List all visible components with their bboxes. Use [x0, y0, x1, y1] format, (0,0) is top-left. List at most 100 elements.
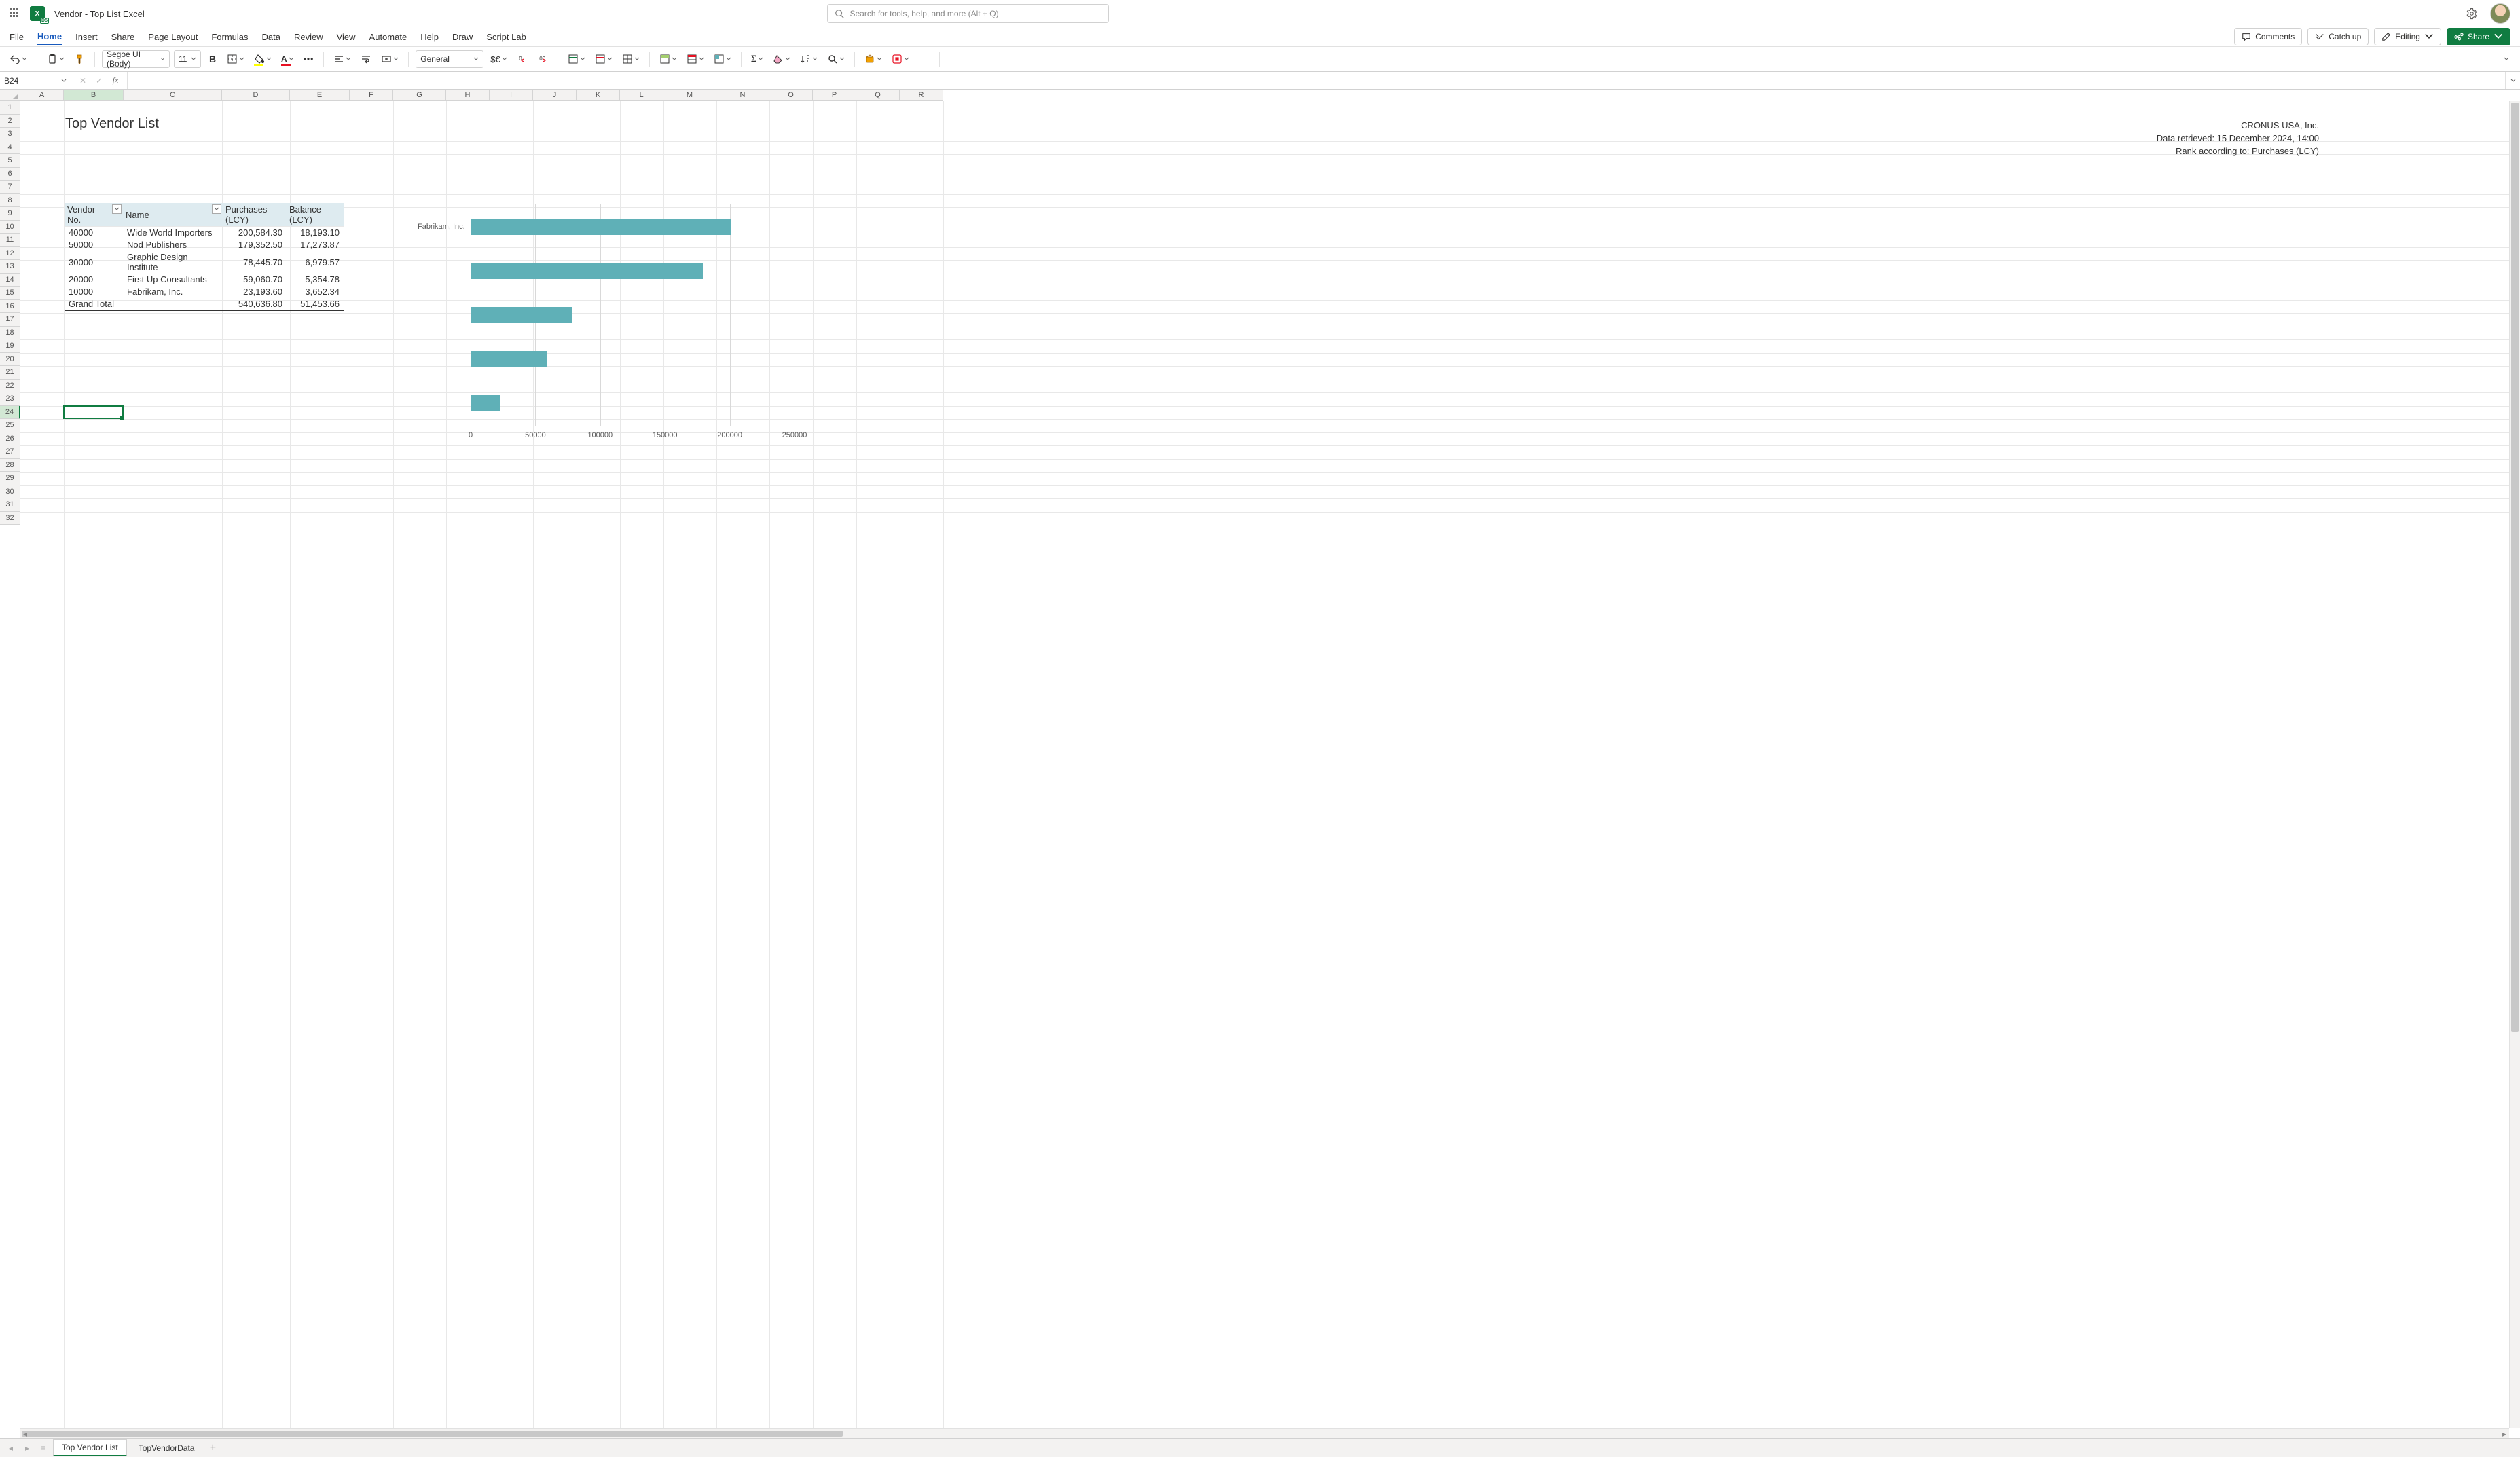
tab-data[interactable]: Data	[262, 29, 280, 45]
filter-button[interactable]	[212, 204, 221, 214]
column-header[interactable]: R	[900, 90, 943, 101]
sheet-tab-top-vendor-list[interactable]: Top Vendor List	[53, 1439, 127, 1456]
accounting-format-button[interactable]: $€	[488, 50, 509, 68]
row-header[interactable]: 15	[0, 287, 20, 300]
vendor-data-table[interactable]: Vendor No.NamePurchases (LCY)Balance (LC…	[65, 203, 344, 311]
table-header[interactable]: Balance (LCY)	[287, 203, 344, 227]
row-header[interactable]: 30	[0, 485, 20, 499]
undo-button[interactable]	[7, 50, 30, 68]
table-cell[interactable]: 78,445.70	[223, 251, 287, 274]
tab-share[interactable]: Share	[111, 29, 135, 45]
row-header[interactable]: 4	[0, 141, 20, 155]
row-header[interactable]: 13	[0, 260, 20, 274]
settings-icon[interactable]	[2466, 7, 2478, 20]
conditional-format-button[interactable]	[657, 50, 680, 68]
row-header[interactable]: 12	[0, 247, 20, 261]
table-cell[interactable]: 30000	[65, 251, 123, 274]
increase-decimal-button[interactable]: .00	[534, 50, 551, 68]
row-header[interactable]: 9	[0, 207, 20, 221]
column-header[interactable]: F	[350, 90, 393, 101]
column-header[interactable]: H	[446, 90, 490, 101]
row-header[interactable]: 26	[0, 432, 20, 446]
font-size-select[interactable]: 11	[174, 50, 201, 68]
table-header[interactable]: Vendor No.	[65, 203, 123, 227]
ribbon-collapse-button[interactable]	[2504, 54, 2513, 64]
sensitivity-button[interactable]	[862, 50, 885, 68]
scroll-right-button[interactable]: ▸	[2500, 1429, 2509, 1438]
column-header[interactable]: O	[769, 90, 813, 101]
row-header[interactable]: 25	[0, 419, 20, 432]
tab-draw[interactable]: Draw	[452, 29, 473, 45]
row-header[interactable]: 19	[0, 339, 20, 353]
column-header[interactable]: I	[490, 90, 533, 101]
delete-cells-button[interactable]	[592, 50, 615, 68]
row-header[interactable]: 6	[0, 168, 20, 181]
table-cell[interactable]: First Up Consultants	[123, 274, 223, 286]
column-header[interactable]: D	[222, 90, 290, 101]
column-header[interactable]: G	[393, 90, 446, 101]
copilot-button[interactable]	[916, 50, 932, 68]
column-header[interactable]: B	[64, 90, 124, 101]
tab-automate[interactable]: Automate	[369, 29, 407, 45]
row-header[interactable]: 5	[0, 154, 20, 168]
app-launcher-icon[interactable]	[10, 8, 20, 19]
column-header[interactable]: K	[577, 90, 620, 101]
font-name-select[interactable]: Segoe UI (Body)	[102, 50, 170, 68]
scrollbar-thumb[interactable]	[2511, 103, 2519, 1032]
column-header[interactable]: N	[716, 90, 769, 101]
format-painter-button[interactable]	[71, 50, 88, 68]
tab-formulas[interactable]: Formulas	[211, 29, 248, 45]
fx-button[interactable]: fx	[108, 72, 123, 90]
table-row[interactable]: 50000Nod Publishers179,352.5017,273.87	[65, 239, 344, 251]
table-header[interactable]: Name	[123, 203, 223, 227]
column-header[interactable]: P	[813, 90, 856, 101]
column-header[interactable]: E	[290, 90, 350, 101]
table-row[interactable]: 20000First Up Consultants59,060.705,354.…	[65, 274, 344, 286]
fill-color-button[interactable]	[251, 50, 274, 68]
row-header[interactable]: 32	[0, 512, 20, 525]
table-cell[interactable]: Nod Publishers	[123, 239, 223, 251]
font-color-button[interactable]: A	[278, 50, 297, 68]
row-header[interactable]: 18	[0, 327, 20, 340]
row-header[interactable]: 17	[0, 313, 20, 327]
row-header[interactable]: 22	[0, 380, 20, 393]
row-header[interactable]: 23	[0, 392, 20, 406]
tab-file[interactable]: File	[10, 29, 24, 45]
row-header[interactable]: 28	[0, 459, 20, 473]
tab-page-layout[interactable]: Page Layout	[148, 29, 198, 45]
row-headers[interactable]: 1234567891011121314151617181920212223242…	[0, 101, 20, 1428]
selected-cell[interactable]	[63, 405, 124, 420]
autosum-button[interactable]: Σ	[748, 50, 767, 68]
table-cell[interactable]: 6,979.57	[287, 251, 344, 274]
table-cell[interactable]: 17,273.87	[287, 239, 344, 251]
table-cell[interactable]: 23,193.60	[223, 286, 287, 298]
table-cell[interactable]: Wide World Importers	[123, 227, 223, 239]
sheet-nav-next[interactable]: ▸	[20, 1441, 34, 1455]
table-cell[interactable]: 3,652.34	[287, 286, 344, 298]
share-button[interactable]: Share	[2447, 28, 2510, 45]
row-header[interactable]: 20	[0, 353, 20, 367]
document-title[interactable]: Vendor - Top List Excel	[54, 9, 145, 19]
wrap-text-button[interactable]	[358, 50, 374, 68]
table-cell[interactable]: 5,354.78	[287, 274, 344, 286]
number-format-select[interactable]: General	[416, 50, 483, 68]
sheet-nav-prev[interactable]: ◂	[4, 1441, 18, 1455]
column-header[interactable]: C	[124, 90, 222, 101]
table-cell[interactable]: Graphic Design Institute	[123, 251, 223, 274]
accept-formula-button[interactable]: ✓	[92, 72, 107, 90]
filter-button[interactable]	[112, 204, 122, 214]
table-header[interactable]: Purchases (LCY)	[223, 203, 287, 227]
table-row[interactable]: 10000Fabrikam, Inc.23,193.603,652.34	[65, 286, 344, 298]
table-cell[interactable]: 179,352.50	[223, 239, 287, 251]
chart-bar[interactable]	[471, 219, 731, 235]
vertical-scrollbar[interactable]	[2509, 101, 2520, 1428]
tab-review[interactable]: Review	[294, 29, 323, 45]
chart-bar[interactable]	[471, 351, 547, 367]
table-row[interactable]: 40000Wide World Importers200,584.3018,19…	[65, 227, 344, 239]
editing-mode-button[interactable]: Editing	[2374, 28, 2441, 45]
column-header[interactable]: A	[20, 90, 64, 101]
format-cells-button[interactable]	[619, 50, 642, 68]
row-header[interactable]: 3	[0, 128, 20, 141]
find-button[interactable]	[824, 50, 847, 68]
table-cell[interactable]: 40000	[65, 227, 123, 239]
